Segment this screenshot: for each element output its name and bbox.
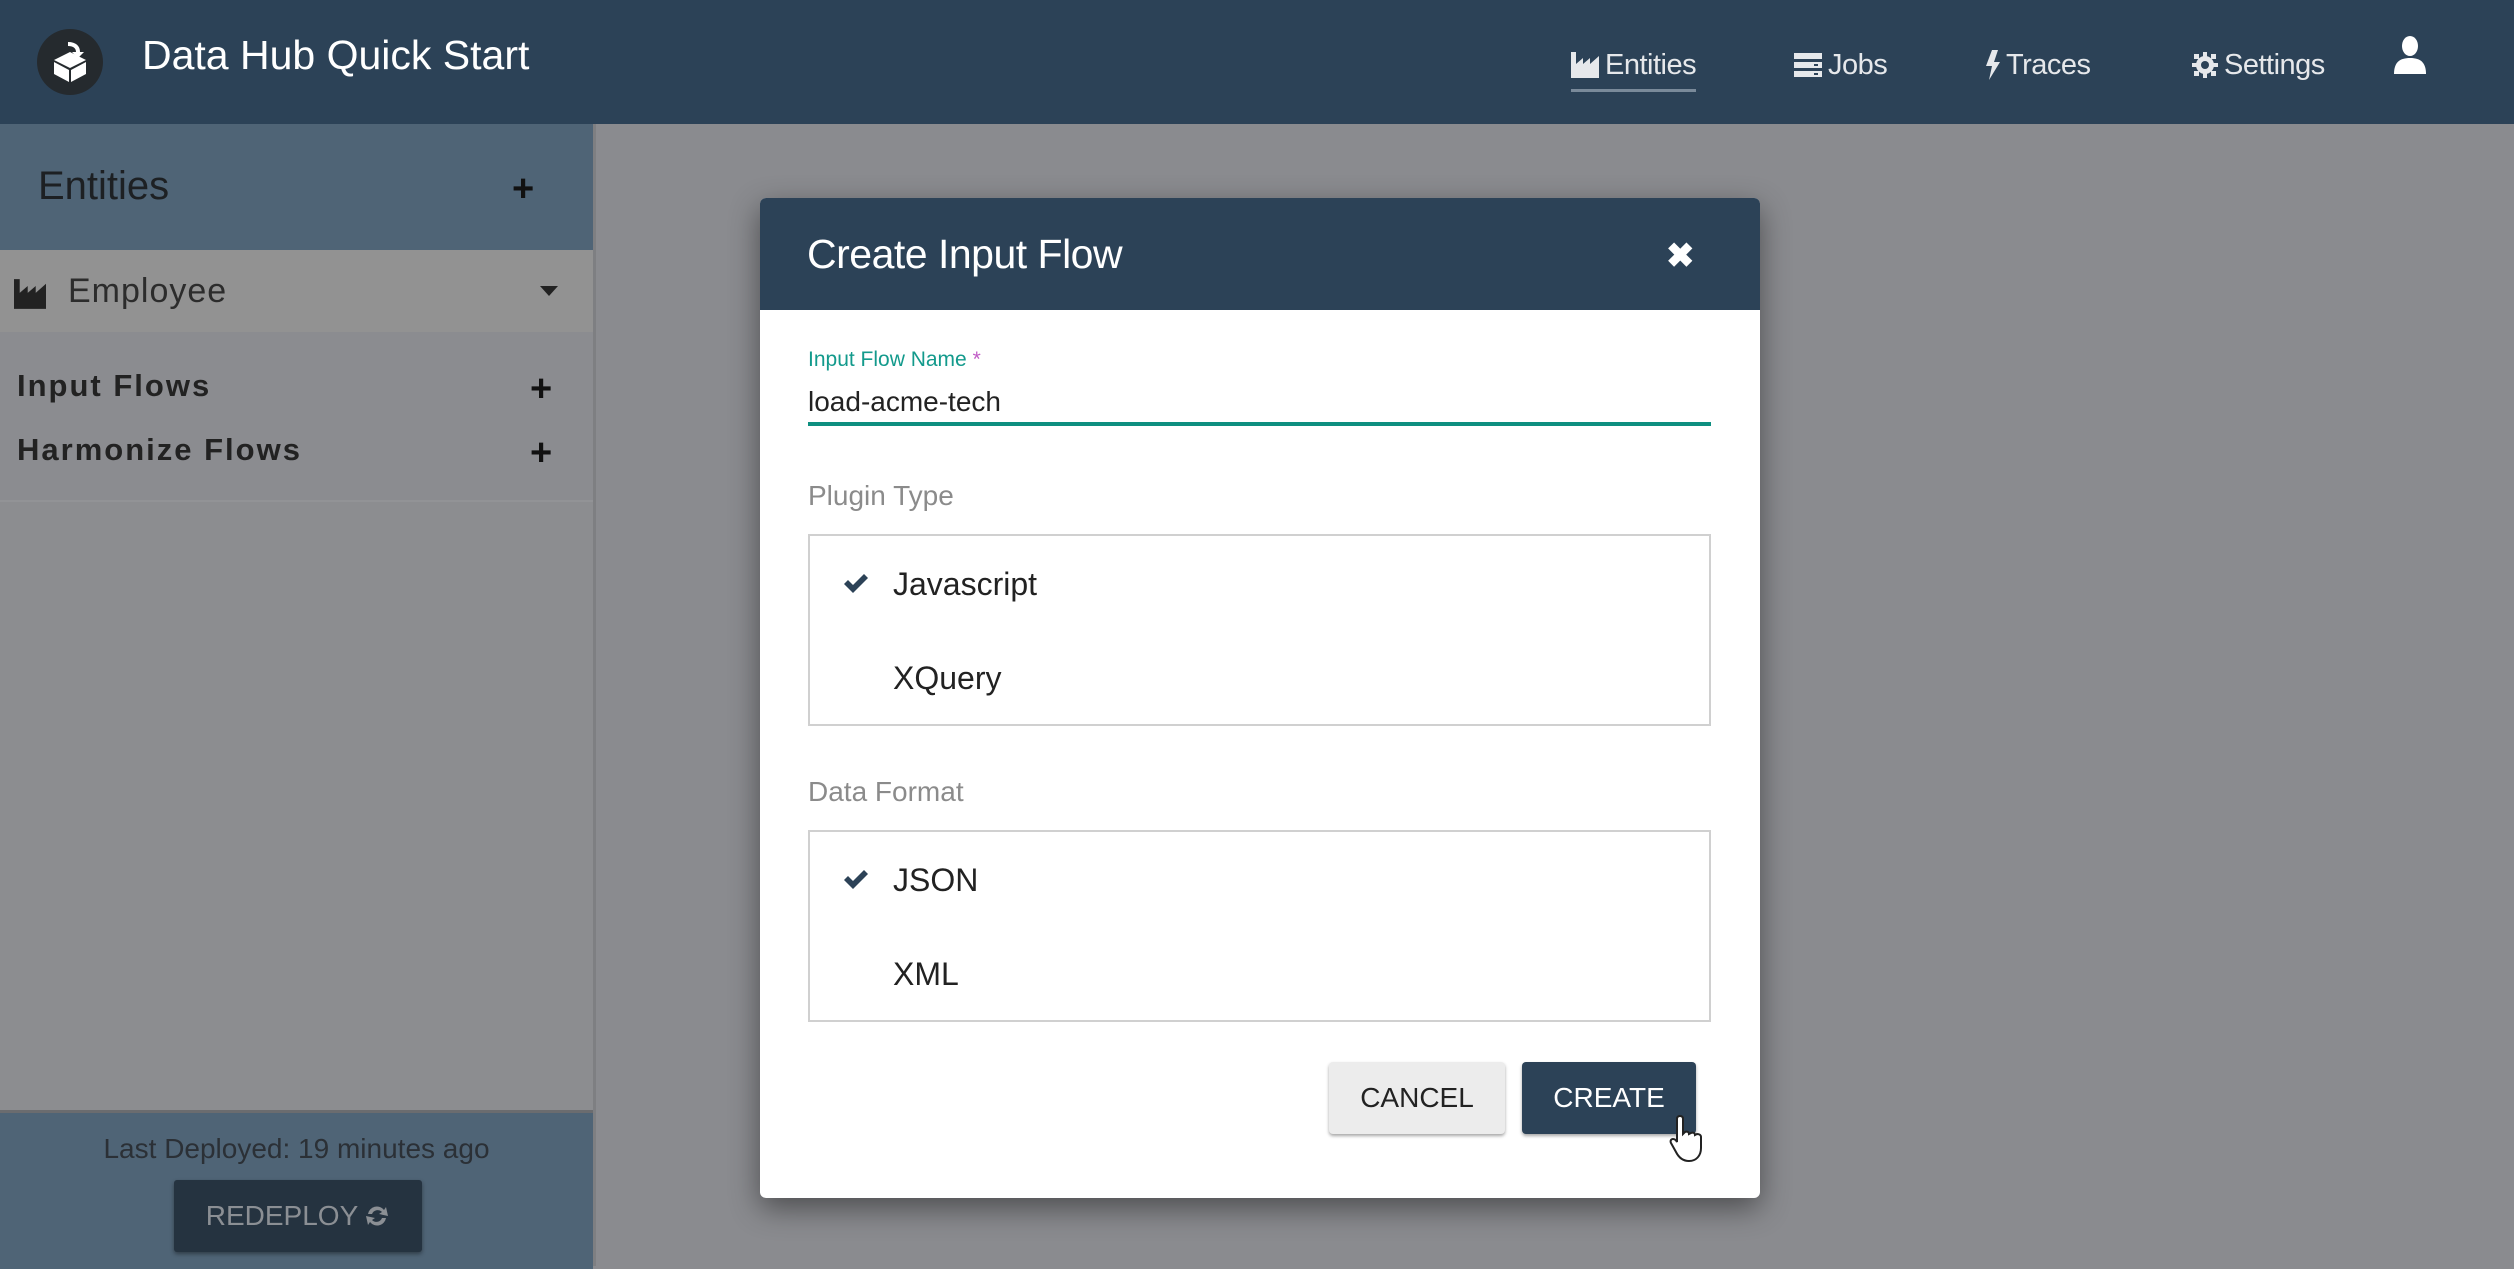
check-icon bbox=[844, 574, 868, 593]
label-text: Input Flow Name bbox=[808, 348, 967, 371]
harmonize-flows-label[interactable]: Harmonize Flows bbox=[17, 432, 302, 468]
nav-label: Jobs bbox=[1828, 48, 1888, 81]
redeploy-button[interactable]: REDEPLOY bbox=[174, 1180, 422, 1252]
nav-traces[interactable]: Traces bbox=[1986, 40, 2091, 90]
app-logo[interactable] bbox=[37, 29, 103, 95]
caret-down-icon[interactable] bbox=[540, 286, 558, 296]
nav-label: Entities bbox=[1605, 48, 1697, 81]
factory-icon bbox=[1571, 52, 1599, 78]
option-xml[interactable]: XML bbox=[810, 930, 1709, 1020]
sidebar-title: Entities bbox=[38, 164, 170, 208]
sidebar-item-employee[interactable]: Employee bbox=[0, 250, 593, 332]
hand-cursor-icon bbox=[1669, 1114, 1702, 1163]
option-xquery[interactable]: XQuery bbox=[810, 634, 1709, 724]
sidebar-header: Entities + bbox=[0, 124, 593, 250]
cancel-button[interactable]: CANCEL bbox=[1329, 1062, 1505, 1134]
option-label: XML bbox=[893, 956, 959, 992]
required-marker: * bbox=[972, 348, 981, 371]
sidebar: Entities + Employee Input Flows + Harmon… bbox=[0, 124, 596, 1269]
entity-name: Employee bbox=[68, 272, 228, 310]
nav-label: Traces bbox=[2006, 48, 2091, 81]
factory-icon bbox=[14, 279, 46, 309]
user-icon bbox=[2394, 36, 2426, 74]
create-input-flow-dialog: Create Input Flow ✖ Input Flow Name * Pl… bbox=[760, 198, 1760, 1198]
nav-entities[interactable]: Entities bbox=[1571, 40, 1697, 92]
dialog-title: Create Input Flow bbox=[807, 231, 1123, 277]
add-input-flow-button[interactable]: + bbox=[530, 370, 552, 408]
option-label: JSON bbox=[893, 862, 979, 898]
box-download-icon bbox=[54, 42, 86, 82]
input-flows-label[interactable]: Input Flows bbox=[17, 368, 211, 404]
nav-jobs[interactable]: Jobs bbox=[1794, 40, 1888, 90]
check-icon bbox=[844, 870, 868, 889]
dialog-header: Create Input Flow ✖ bbox=[760, 198, 1760, 310]
option-javascript[interactable]: Javascript bbox=[810, 540, 1709, 630]
nav-label: Settings bbox=[2224, 48, 2325, 81]
data-format-label: Data Format bbox=[808, 776, 964, 807]
input-flow-name-label: Input Flow Name * bbox=[808, 348, 981, 372]
add-entity-button[interactable]: + bbox=[512, 170, 534, 208]
redeploy-label: REDEPLOY bbox=[205, 1200, 359, 1231]
option-label: XQuery bbox=[893, 660, 1002, 696]
input-flow-name-field[interactable] bbox=[808, 382, 1711, 426]
server-icon bbox=[1794, 53, 1822, 77]
top-navbar: Data Hub Quick Start Entities Jobs Trace… bbox=[0, 0, 2514, 124]
user-menu-button[interactable] bbox=[2392, 36, 2428, 79]
bolt-icon bbox=[1986, 50, 2000, 80]
gear-icon bbox=[2192, 52, 2218, 78]
app-title: Data Hub Quick Start bbox=[142, 32, 530, 78]
flow-list: Input Flows + Harmonize Flows + bbox=[0, 332, 593, 502]
data-format-list: JSON XML bbox=[808, 830, 1711, 1022]
option-json[interactable]: JSON bbox=[810, 836, 1709, 926]
close-icon[interactable]: ✖ bbox=[1666, 236, 1695, 276]
add-harmonize-flow-button[interactable]: + bbox=[530, 434, 552, 472]
plugin-type-list: Javascript XQuery bbox=[808, 534, 1711, 726]
plugin-type-label: Plugin Type bbox=[808, 480, 954, 511]
refresh-icon bbox=[366, 1206, 389, 1226]
nav-settings[interactable]: Settings bbox=[2192, 40, 2325, 90]
last-deployed-status: Last Deployed: 19 minutes ago bbox=[103, 1133, 490, 1164]
option-label: Javascript bbox=[893, 566, 1038, 602]
deploy-panel: Last Deployed: 19 minutes ago REDEPLOY bbox=[0, 1110, 593, 1269]
